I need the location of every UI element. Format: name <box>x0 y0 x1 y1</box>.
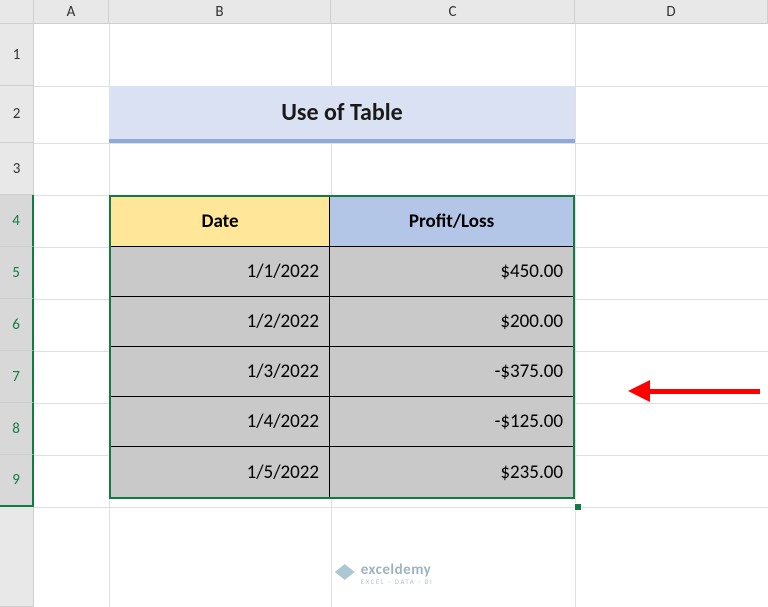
table-row: 1/4/2022 -$125.00 <box>111 397 573 447</box>
row-header-4[interactable]: 4 <box>0 195 34 247</box>
cell-date[interactable]: 1/1/2022 <box>111 247 330 296</box>
callout-arrow <box>628 380 760 402</box>
select-all-corner[interactable] <box>0 0 34 24</box>
selection-fill-handle[interactable] <box>574 503 582 511</box>
grid-cells[interactable]: Use of Table Date Profit/Loss 1/1/2022 $… <box>34 24 768 607</box>
row-header-2[interactable]: 2 <box>0 86 34 143</box>
gridline <box>34 507 768 508</box>
cell-date[interactable]: 1/5/2022 <box>111 447 330 497</box>
row-header-7[interactable]: 7 <box>0 351 34 403</box>
watermark-subtitle: EXCEL · DATA · BI <box>361 578 434 585</box>
cell-date[interactable]: 1/4/2022 <box>111 397 330 446</box>
cell-value[interactable]: $200.00 <box>330 297 573 346</box>
page-title[interactable]: Use of Table <box>109 86 575 143</box>
gridline <box>34 143 768 144</box>
row-header-5[interactable]: 5 <box>0 247 34 299</box>
table-row: 1/1/2022 $450.00 <box>111 247 573 297</box>
arrow-line <box>650 389 760 394</box>
row-header-1[interactable]: 1 <box>0 24 34 86</box>
col-header-D[interactable]: D <box>575 0 768 24</box>
table-row: 1/3/2022 -$375.00 <box>111 347 573 397</box>
arrow-head-icon <box>628 380 650 402</box>
col-header-B[interactable]: B <box>109 0 331 24</box>
watermark-title: exceldemy <box>361 563 434 578</box>
header-profit-loss[interactable]: Profit/Loss <box>330 197 573 246</box>
table-row: 1/5/2022 $235.00 <box>111 447 573 497</box>
cell-value[interactable]: -$375.00 <box>330 347 573 396</box>
row-header-column: 1 2 3 4 5 6 7 8 9 <box>0 24 34 607</box>
table-header-row: Date Profit/Loss <box>111 197 573 247</box>
gridline <box>575 24 576 607</box>
cell-value[interactable]: $235.00 <box>330 447 573 497</box>
data-table-selection[interactable]: Date Profit/Loss 1/1/2022 $450.00 1/2/20… <box>109 195 575 499</box>
row-header-blank <box>0 507 34 607</box>
header-date[interactable]: Date <box>111 197 330 246</box>
row-header-9[interactable]: 9 <box>0 455 34 507</box>
row-header-8[interactable]: 8 <box>0 403 34 455</box>
col-header-C[interactable]: C <box>331 0 575 24</box>
cell-date[interactable]: 1/2/2022 <box>111 297 330 346</box>
cell-date[interactable]: 1/3/2022 <box>111 347 330 396</box>
table-row: 1/2/2022 $200.00 <box>111 297 573 347</box>
row-header-6[interactable]: 6 <box>0 299 34 351</box>
watermark-logo-icon <box>335 564 355 584</box>
watermark: exceldemy EXCEL · DATA · BI <box>335 563 434 585</box>
spreadsheet-area: A B C D 1 2 3 4 5 6 7 8 9 <box>0 0 768 607</box>
row-header-3[interactable]: 3 <box>0 143 34 195</box>
cell-value[interactable]: -$125.00 <box>330 397 573 446</box>
col-header-A[interactable]: A <box>34 0 109 24</box>
column-header-row: A B C D <box>0 0 768 24</box>
cell-value[interactable]: $450.00 <box>330 247 573 296</box>
